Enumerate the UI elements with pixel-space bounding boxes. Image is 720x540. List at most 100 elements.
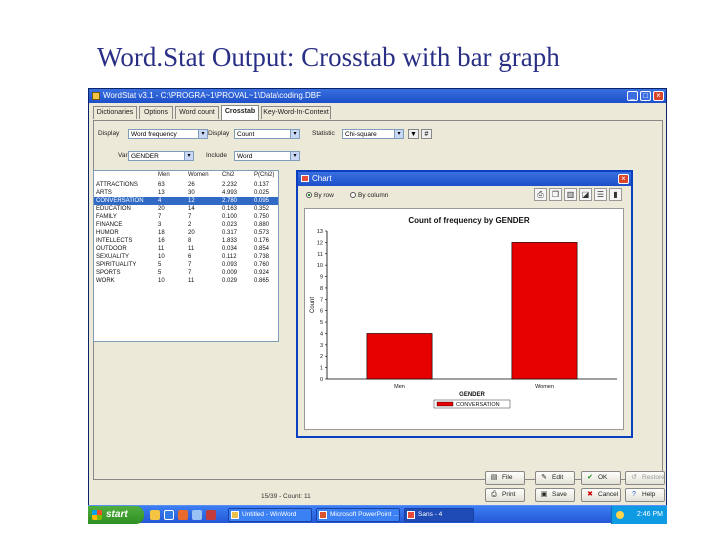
y-tick-label: 5 [320, 320, 323, 326]
table-row[interactable]: ATTRACTIONS 63 26 2.232 0.137 [94, 181, 278, 189]
table-cell: HUMOR [96, 230, 119, 236]
chart-type-icon[interactable]: ▥ [564, 188, 577, 201]
chart-titlebar[interactable]: Chart × [298, 172, 631, 186]
app-titlebar[interactable]: WordStat v3.1 - C:\PROGRA~1\PROVAL~1\Dat… [89, 89, 666, 103]
table-row[interactable]: OUTDOOR 11 11 0.034 0.854 [94, 245, 278, 253]
table-row[interactable]: EDUCATION 20 14 0.163 0.352 [94, 205, 278, 213]
table-cell: 0.865 [254, 278, 270, 284]
print-button[interactable]: ⎙ Print [485, 488, 525, 502]
table-row[interactable]: WORK 10 11 0.029 0.865 [94, 277, 278, 285]
display-combo[interactable]: Word frequency ▾ [128, 129, 208, 139]
table-cell: 3 [158, 222, 162, 228]
table-row[interactable]: FAMILY 7 7 0.100 0.750 [94, 213, 278, 221]
taskbar-item-sans[interactable]: Sans - 4 [404, 508, 474, 522]
taskbar-item-powerpoint[interactable]: Microsoft PowerPoint ... [316, 508, 400, 522]
chevron-down-icon[interactable]: ▾ [290, 152, 299, 160]
table-row[interactable]: HUMOR 18 20 0.317 0.573 [94, 229, 278, 237]
bar-women[interactable] [511, 242, 578, 380]
table-row[interactable]: SPIRITUALITY 5 7 0.093 0.760 [94, 261, 278, 269]
tray-icon[interactable] [616, 511, 624, 519]
save-button[interactable]: ▣ Save [535, 488, 575, 502]
tab-word-count[interactable]: Word count [175, 106, 219, 119]
table-cell: 0.738 [254, 254, 270, 260]
help-button[interactable]: ? Help [625, 488, 665, 502]
quicklaunch-app-icon[interactable] [206, 510, 216, 520]
legend-icon[interactable]: ☰ [594, 188, 607, 201]
restore-button[interactable]: ↺ Restore [625, 471, 665, 485]
statistic-combo[interactable]: Chi-square ▾ [342, 129, 404, 139]
table-cell: 2.232 [222, 182, 238, 188]
tab-options[interactable]: Options [139, 106, 173, 119]
table-row[interactable]: SEXUALITY 10 6 0.112 0.738 [94, 253, 278, 261]
x-tick-label: Women [535, 384, 554, 390]
ok-button[interactable]: ✔ OK [581, 471, 621, 485]
print-icon: ⎙ [491, 491, 497, 498]
tab-crosstab[interactable]: Crosstab [221, 105, 259, 120]
table-cell: 0.750 [254, 214, 270, 220]
close-icon[interactable]: × [618, 174, 629, 184]
tab-kwic[interactable]: Key-Word-In-Context [261, 106, 331, 119]
taskbar-item-winword[interactable]: Untitled - WinWord [228, 508, 312, 522]
table-row[interactable]: SPORTS 5 7 0.009 0.924 [94, 269, 278, 277]
check-icon: ✔ [587, 474, 593, 481]
y-axis-label: Count [310, 297, 316, 313]
table-cell: 11 [158, 246, 165, 252]
bar-chart: Count of frequency by GENDER Count GENDE… [310, 216, 617, 409]
radio-dot-icon [306, 192, 312, 198]
y-tick-label: 7 [320, 297, 323, 303]
chevron-down-icon[interactable]: ▾ [184, 152, 193, 160]
tab-dictionaries[interactable]: Dictionaries [93, 106, 137, 119]
table-row[interactable]: FINANCE 3 2 0.023 0.880 [94, 221, 278, 229]
quicklaunch-folder-icon[interactable] [150, 510, 160, 520]
maximize-icon[interactable]: □ [640, 91, 651, 101]
chevron-down-icon[interactable]: ▾ [394, 130, 403, 138]
file-button[interactable]: ▤ File [485, 471, 525, 485]
help-icon: ? [632, 491, 636, 498]
table-cell: WORK [96, 278, 115, 284]
vars-combo[interactable]: GENDER ▾ [128, 151, 194, 161]
filter-icon[interactable]: ▼ [408, 129, 419, 139]
quicklaunch-browser-icon[interactable] [164, 510, 174, 520]
start-button[interactable]: start [88, 506, 144, 524]
3d-icon[interactable]: ◪ [579, 188, 592, 201]
table-row[interactable]: INTELLECTS 16 8 1.833 0.176 [94, 237, 278, 245]
table-row[interactable]: CONVERSATION 4 12 2.780 0.095 [94, 197, 278, 205]
col-header-p[interactable]: P(Chi2) [254, 172, 274, 178]
col-header-women[interactable]: Women [188, 172, 209, 178]
table-cell: 1.833 [222, 238, 238, 244]
table-cell: 20 [158, 206, 165, 212]
minimize-icon[interactable]: _ [627, 91, 638, 101]
display2-combo[interactable]: Count ▾ [234, 129, 300, 139]
copy-icon[interactable]: ❐ [549, 188, 562, 201]
table-cell: 0.137 [254, 182, 270, 188]
cancel-button[interactable]: ✖ Cancel [581, 488, 621, 502]
status-bar: 15/39 - Count: 11 [93, 493, 663, 503]
bar-men[interactable] [366, 333, 433, 380]
quicklaunch-media-icon[interactable] [178, 510, 188, 520]
table-cell: 5 [158, 262, 162, 268]
file-icon: ▤ [490, 474, 498, 481]
table-cell: 26 [188, 182, 195, 188]
table-cell: ATTRACTIONS [96, 182, 138, 188]
table-row[interactable]: ARTS 13 30 4.993 0.025 [94, 189, 278, 197]
include-combo[interactable]: Word ▾ [234, 151, 300, 161]
chevron-down-icon[interactable]: ▾ [198, 130, 207, 138]
table-cell: 6 [188, 254, 192, 260]
chevron-down-icon[interactable]: ▾ [290, 130, 299, 138]
y-tick-label: 9 [320, 275, 323, 281]
edit-button[interactable]: ✎ Edit [535, 471, 575, 485]
quicklaunch-desktop-icon[interactable] [192, 510, 202, 520]
grid-icon[interactable]: # [421, 129, 432, 139]
table-cell: 8 [188, 238, 192, 244]
col-header-men[interactable]: Men [158, 172, 170, 178]
table-cell: 10 [158, 254, 165, 260]
table-cell: 0.352 [254, 206, 270, 212]
bar-icon[interactable]: ▮ [609, 188, 622, 201]
print-icon[interactable]: ⎙ [534, 188, 547, 201]
radio-by-column[interactable]: By column [350, 192, 388, 199]
close-icon[interactable]: × [653, 91, 664, 101]
table-cell: 0.100 [222, 214, 238, 220]
y-tick-label: 10 [317, 263, 323, 269]
col-header-chi2[interactable]: Chi2 [222, 172, 234, 178]
radio-by-row[interactable]: By row [306, 192, 334, 199]
